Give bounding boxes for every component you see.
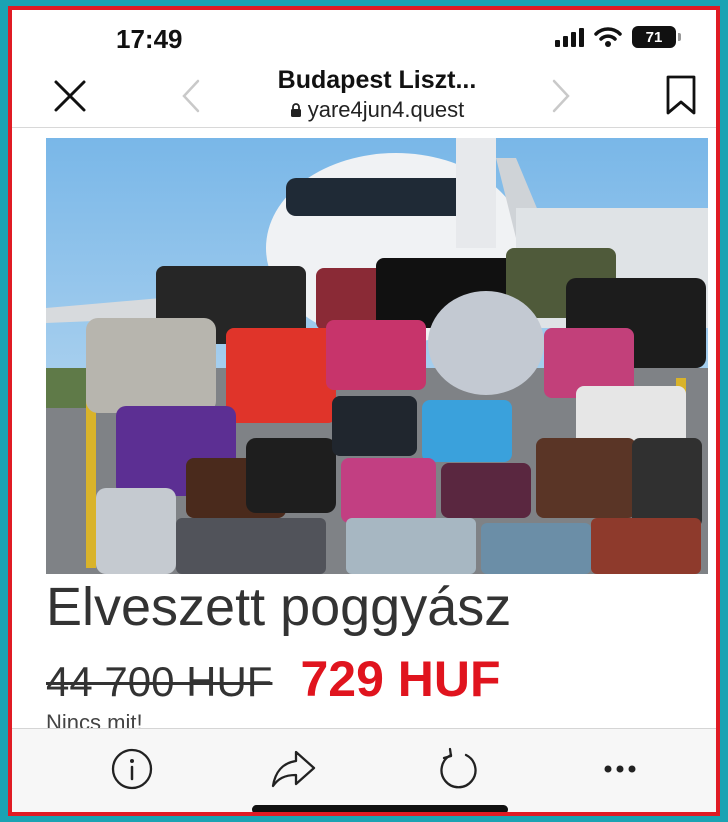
wifi-icon	[594, 27, 622, 47]
phone-screen: 17:49 71 Budapest Liszt... yare4jun4.que…	[8, 6, 720, 816]
reload-icon[interactable]	[434, 745, 482, 793]
share-glyph	[271, 750, 316, 788]
subtext: Nincs mit!	[46, 710, 143, 728]
lost-luggage-photo	[46, 138, 708, 574]
chevron-left-icon[interactable]	[176, 78, 206, 114]
more-icon[interactable]	[596, 745, 644, 793]
signal-icon	[555, 27, 584, 47]
page-title: Budapest Liszt...	[277, 66, 477, 94]
browser-toolbar	[12, 728, 716, 812]
product-heading: Elveszett poggyász	[46, 577, 512, 637]
bookmark-icon[interactable]	[664, 74, 698, 116]
info-glyph	[111, 748, 153, 790]
more-glyph	[604, 765, 636, 773]
home-indicator[interactable]	[252, 805, 508, 812]
lock-icon	[290, 103, 301, 117]
price-row: 44 700 HUF 729 HUF	[46, 650, 501, 708]
close-icon[interactable]	[52, 78, 88, 114]
status-time: 17:49	[116, 24, 183, 54]
old-price: 44 700 HUF	[46, 658, 273, 705]
status-icons: 71	[555, 26, 681, 48]
url-line[interactable]: yare4jun4.quest	[212, 97, 542, 123]
new-price: 729 HUF	[300, 651, 501, 707]
reload-glyph	[440, 747, 477, 789]
page-title-block: Budapest Liszt... yare4jun4.quest	[212, 66, 542, 123]
luggage-illustration	[46, 138, 708, 574]
battery-indicator: 71	[632, 26, 681, 48]
info-icon[interactable]	[108, 745, 156, 793]
browser-header: Budapest Liszt... yare4jun4.quest	[12, 62, 716, 128]
status-bar: 17:49 71	[12, 10, 716, 62]
chevron-right-icon[interactable]	[546, 78, 576, 114]
share-arrow-icon[interactable]	[270, 745, 318, 793]
url-text: yare4jun4.quest	[307, 97, 465, 122]
